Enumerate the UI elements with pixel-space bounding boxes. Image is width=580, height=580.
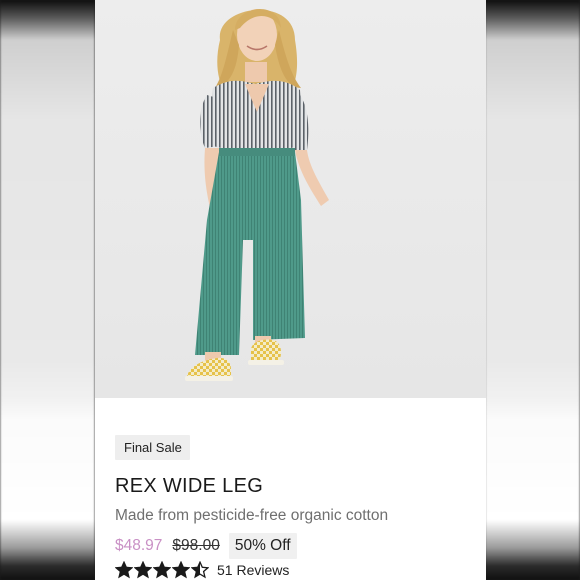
rating-row[interactable]: 51 Reviews <box>115 560 289 580</box>
discount-badge: 50% Off <box>228 533 297 559</box>
backdrop-left <box>0 0 95 580</box>
star-half-icon <box>191 561 209 579</box>
star-rating <box>115 561 210 579</box>
product-card[interactable]: Final Sale REX WIDE LEG Made from pestic… <box>95 0 486 580</box>
sale-price: $48.97 <box>115 537 163 554</box>
star-full-icon <box>134 561 152 579</box>
price-row: $48.97 $98.00 50% Off <box>115 533 297 559</box>
star-full-icon <box>153 561 171 579</box>
product-details: Final Sale REX WIDE LEG Made from pestic… <box>95 398 486 580</box>
product-title[interactable]: REX WIDE LEG <box>115 475 263 498</box>
product-subtitle: Made from pesticide-free organic cotton <box>115 507 389 524</box>
star-full-icon <box>115 561 133 579</box>
original-price: $98.00 <box>172 537 220 554</box>
star-full-icon <box>172 561 190 579</box>
backdrop-right <box>485 0 580 580</box>
model-illustration <box>95 0 486 398</box>
review-count[interactable]: 51 Reviews <box>217 562 289 578</box>
final-sale-badge: Final Sale <box>115 435 190 460</box>
product-image[interactable] <box>95 0 486 398</box>
